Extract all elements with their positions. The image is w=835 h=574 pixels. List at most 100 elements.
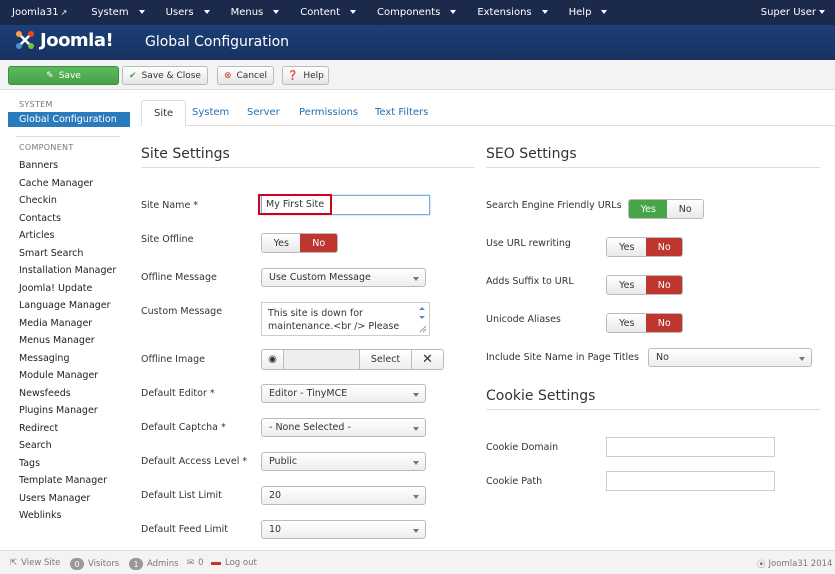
edit-icon: ✎ <box>46 70 54 81</box>
sidebar-item-menus-manager[interactable]: Menus Manager <box>8 332 130 350</box>
url-rewriting-toggle[interactable]: Yes No <box>606 237 683 257</box>
cancel-icon: ⊗ <box>223 70 232 81</box>
messages-count[interactable]: ✉ 0 <box>187 558 204 568</box>
url-suffix-toggle[interactable]: Yes No <box>606 275 683 295</box>
cookie-path-input[interactable] <box>606 471 775 491</box>
site-offline-toggle[interactable]: Yes No <box>261 233 338 253</box>
external-link-icon: ⇱ <box>10 558 18 568</box>
sidebar-item-search[interactable]: Search <box>8 437 130 455</box>
menu-extensions[interactable]: Extensions <box>463 7 554 18</box>
tab-permissions[interactable]: Permissions <box>287 100 370 126</box>
tab-system[interactable]: System <box>180 100 241 126</box>
menu-system[interactable]: System <box>77 7 151 18</box>
visitors-count: 0 Visitors <box>70 558 119 570</box>
sidebar-item-plugins-manager[interactable]: Plugins Manager <box>8 402 130 420</box>
external-link-icon: ↗ <box>60 8 68 17</box>
site-offline-no[interactable]: No <box>300 234 337 252</box>
tab-text-filters[interactable]: Text Filters <box>363 100 440 126</box>
site-offline-yes[interactable]: Yes <box>262 234 301 252</box>
offline-image-label: Offline Image <box>141 354 205 365</box>
url-rewriting-yes[interactable]: Yes <box>607 238 647 256</box>
view-site-link[interactable]: ⇱ View Site <box>10 558 60 568</box>
logout-icon <box>211 561 221 565</box>
default-access-select[interactable]: Public <box>261 452 426 471</box>
save-button[interactable]: ✎ Save <box>8 66 119 85</box>
sidebar-item-banners[interactable]: Banners <box>8 157 130 175</box>
top-navbar: Joomla31 ↗ System Users Menus Content Com… <box>0 0 835 25</box>
site-name-value[interactable]: My First Site <box>258 194 332 215</box>
sidebar-item-newsfeeds[interactable]: Newsfeeds <box>8 385 130 403</box>
sef-urls-yes[interactable]: Yes <box>629 200 668 218</box>
unicode-aliases-yes[interactable]: Yes <box>607 314 647 332</box>
sitename-in-title-select[interactable]: No <box>648 348 812 367</box>
sidebar-item-articles[interactable]: Articles <box>8 227 130 245</box>
sidebar-item-smart-search[interactable]: Smart Search <box>8 245 130 263</box>
user-menu[interactable]: Super User <box>761 7 825 18</box>
menu-help[interactable]: Help <box>555 7 615 18</box>
cancel-button[interactable]: ⊗ Cancel <box>217 66 274 85</box>
sidebar-item-language-manager[interactable]: Language Manager <box>8 297 130 315</box>
default-editor-select[interactable]: Editor - TinyMCE <box>261 384 426 403</box>
save-close-button[interactable]: ✔ Save & Close <box>122 66 208 85</box>
sidebar-item-messaging[interactable]: Messaging <box>8 350 130 368</box>
sidebar-item-media-manager[interactable]: Media Manager <box>8 315 130 333</box>
menu-users[interactable]: Users <box>152 7 217 18</box>
cookie-path-label: Cookie Path <box>486 476 543 487</box>
sef-urls-no[interactable]: No <box>667 200 703 218</box>
sidebar: SYSTEM Global Configuration COMPONENT Ba… <box>8 100 130 525</box>
default-captcha-label: Default Captcha * <box>141 422 226 433</box>
feed-limit-select[interactable]: 10 <box>261 520 426 539</box>
default-captcha-select[interactable]: - None Selected - <box>261 418 426 437</box>
site-offline-label: Site Offline <box>141 234 194 245</box>
offline-message-label: Offline Message <box>141 272 217 283</box>
help-icon: ❓ <box>287 70 299 81</box>
cookie-settings-title: Cookie Settings <box>486 388 596 404</box>
sidebar-item-users-manager[interactable]: Users Manager <box>8 490 130 508</box>
list-limit-select[interactable]: 20 <box>261 486 426 505</box>
sidebar-item-contacts[interactable]: Contacts <box>8 210 130 228</box>
select-image-button[interactable]: Select <box>360 350 412 369</box>
menu-content[interactable]: Content <box>286 7 363 18</box>
sidebar-item-global-configuration[interactable]: Global Configuration <box>8 112 130 127</box>
sidebar-item-template-manager[interactable]: Template Manager <box>8 472 130 490</box>
site-name-label: Site Name * <box>141 200 199 211</box>
url-rewriting-no[interactable]: No <box>646 238 682 256</box>
menu-components[interactable]: Components <box>363 7 463 18</box>
joomla-logo[interactable]: Joomla! <box>14 29 114 51</box>
url-suffix-yes[interactable]: Yes <box>607 276 647 294</box>
cookie-domain-input[interactable] <box>606 437 775 457</box>
image-path-input[interactable] <box>284 350 360 369</box>
textarea-scrollbar[interactable] <box>417 305 427 333</box>
sef-urls-toggle[interactable]: Yes No <box>628 199 704 219</box>
joomla-logo-icon <box>16 31 34 49</box>
clear-icon[interactable]: ✕ <box>412 350 443 369</box>
help-button[interactable]: ❓ Help <box>282 66 329 85</box>
admins-count: 1 Admins <box>129 558 179 570</box>
unicode-aliases-toggle[interactable]: Yes No <box>606 313 683 333</box>
offline-message-select[interactable]: Use Custom Message <box>261 268 426 287</box>
sidebar-item-installation-manager[interactable]: Installation Manager <box>8 262 130 280</box>
unicode-aliases-no[interactable]: No <box>646 314 682 332</box>
custom-message-label: Custom Message <box>141 306 223 317</box>
url-suffix-no[interactable]: No <box>646 276 682 294</box>
custom-message-textarea[interactable]: This site is down for maintenance.<br />… <box>261 302 430 336</box>
sidebar-item-tags[interactable]: Tags <box>8 455 130 473</box>
logout-link[interactable]: Log out <box>211 558 257 568</box>
section-divider <box>141 167 475 168</box>
sidebar-item-checkin[interactable]: Checkin <box>8 192 130 210</box>
seo-settings-title: SEO Settings <box>486 146 577 162</box>
sidebar-item-redirect[interactable]: Redirect <box>8 420 130 438</box>
sidebar-item-module-manager[interactable]: Module Manager <box>8 367 130 385</box>
tab-server[interactable]: Server <box>235 100 292 126</box>
sidebar-item-joomla-update[interactable]: Joomla! Update <box>8 280 130 298</box>
page-title: Global Configuration <box>145 34 290 50</box>
copyright-icon: ⦿ <box>757 560 766 570</box>
default-editor-label: Default Editor * <box>141 388 215 399</box>
eye-icon[interactable]: ◉ <box>262 350 284 369</box>
toolbar: ✎ Save ✔ Save & Close ⊗ Cancel ❓ Help <box>0 60 835 90</box>
site-link[interactable]: Joomla31 ↗ <box>0 7 77 18</box>
sidebar-item-cache-manager[interactable]: Cache Manager <box>8 175 130 193</box>
sidebar-item-weblinks[interactable]: Weblinks <box>8 507 130 525</box>
menu-menus[interactable]: Menus <box>217 7 287 18</box>
copyright: ⦿ Joomla31 2014 <box>757 559 833 570</box>
